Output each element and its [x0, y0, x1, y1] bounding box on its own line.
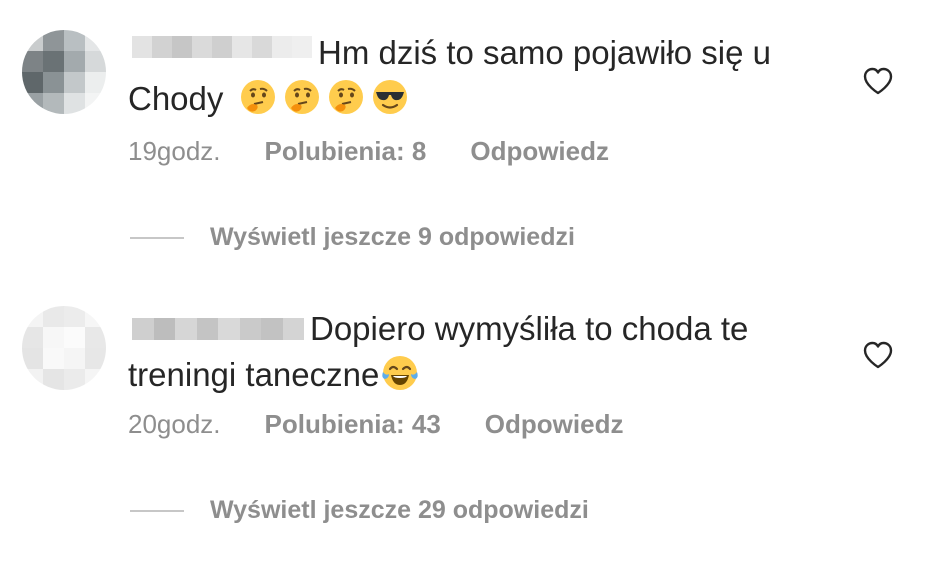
tears-of-joy-emoji: [381, 354, 419, 392]
view-replies-button[interactable]: Wyświetl jeszcze 9 odpowiedzi: [130, 223, 575, 252]
avatar[interactable]: [22, 306, 106, 390]
thinking-face-emoji: [239, 78, 277, 116]
view-replies-button[interactable]: Wyświetl jeszcze 29 odpowiedzi: [130, 496, 589, 525]
comment-time: 19godz.: [128, 136, 221, 166]
heart-icon[interactable]: [862, 66, 894, 96]
comment-text-line1: Hm dziś to samo pojawiło się u: [318, 34, 772, 71]
comment-text-line2: Chody: [128, 80, 224, 117]
comment-time: 20godz.: [128, 409, 221, 439]
comment-meta: 20godz. Polubienia: 43 Odpowiedz: [128, 409, 623, 440]
heart-icon[interactable]: [862, 340, 894, 370]
avatar[interactable]: [22, 30, 106, 114]
comment-text-line1: Dopiero wymyśliła to choda te: [310, 310, 749, 347]
view-replies-label: Wyświetl jeszcze 29 odpowiedzi: [210, 496, 589, 524]
sunglasses-face-emoji: [371, 78, 409, 116]
comment-text: Dopiero wymyśliła to choda te treningi t…: [128, 306, 848, 398]
likes-count-button[interactable]: Polubienia: 8: [265, 136, 427, 167]
view-replies-label: Wyświetl jeszcze 9 odpowiedzi: [210, 223, 575, 251]
replies-divider-line: [130, 236, 184, 239]
reply-button[interactable]: Odpowiedz: [470, 136, 609, 167]
comment-meta: 19godz. Polubienia: 8 Odpowiedz: [128, 136, 609, 167]
comment-text-line2: treningi taneczne: [128, 356, 380, 393]
reply-button[interactable]: Odpowiedz: [485, 409, 624, 440]
thinking-face-emoji: [283, 78, 321, 116]
thinking-face-emoji: [327, 78, 365, 116]
likes-count-button[interactable]: Polubienia: 43: [265, 409, 441, 440]
comment-text: Hm dziś to samo pojawiło się u Chody: [128, 30, 848, 122]
replies-divider-line: [130, 509, 184, 512]
